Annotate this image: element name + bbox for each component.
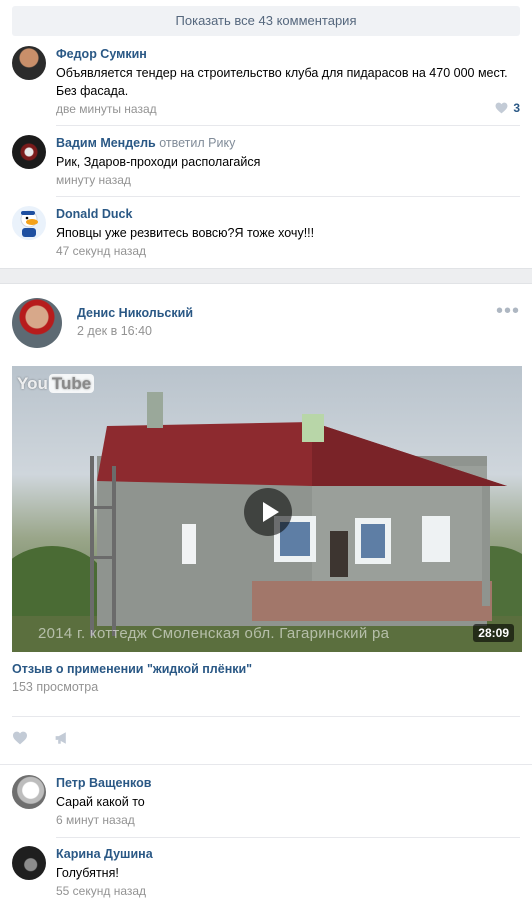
avatar[interactable] [12,846,46,880]
comment-time[interactable]: 6 минут назад [56,811,520,829]
comment-body: Федор Сумкин Объявляется тендер на строи… [56,46,520,118]
comment-time[interactable]: 47 секунд назад [56,242,520,260]
post-comments: Петр Ващенков Сарай какой то 6 минут наз… [0,764,532,898]
post-menu-button[interactable]: ••• [496,301,520,321]
comment-author[interactable]: Карина Душина [56,846,520,863]
reply-label: ответил [159,136,205,150]
comment: Donald Duck Яповцы уже резвитесь вовсю?Я… [12,206,520,261]
comment-time[interactable]: минуту назад [56,171,520,189]
divider [56,837,520,838]
comment: Вадим Мендель ответил Рику Рик, Здаров-п… [12,135,520,190]
comment-body: Donald Duck Яповцы уже резвитесь вовсю?Я… [56,206,520,260]
video-overlay-text: 2014 г. коттедж Смоленская обл. Гагаринс… [38,625,390,642]
comment-time[interactable]: 55 секунд назад [56,882,520,900]
post-date[interactable]: 2 дек в 16:40 [77,324,152,338]
video-views: 153 просмотра [12,680,99,694]
comment-text: Объявляется тендер на строительство клуб… [56,66,508,98]
post-author-avatar[interactable] [12,298,62,348]
heart-icon [13,731,27,745]
comment-author[interactable]: Donald Duck [56,206,520,223]
play-icon [263,502,279,522]
comment-author[interactable]: Петр Ващенков [56,775,520,792]
video-title[interactable]: Отзыв о применении "жидкой плёнки" [12,662,252,676]
play-button[interactable] [244,488,292,536]
comment: Карина Душина Голубятня! 55 секунд назад [12,846,520,902]
comment-text: Рик, Здаров-проходи располагайся [56,155,261,169]
post-author[interactable]: Денис Никольский [77,306,193,320]
megaphone-icon [55,732,66,744]
comment-body: Карина Душина Голубятня! 55 секунд назад [56,846,520,900]
comment-author[interactable]: Федор Сумкин [56,46,520,63]
comment-time[interactable]: две минуты назад [56,100,520,118]
avatar[interactable] [12,775,46,809]
comment-author-line: Вадим Мендель ответил Рику [56,135,520,152]
duck-icon [20,210,38,237]
like-button[interactable]: 3 [495,101,520,115]
post-actions [12,716,520,763]
youtube-logo-tube: Tube [48,374,95,393]
like-button[interactable] [12,731,28,748]
post-card: Денис Никольский 2 дек в 16:40 ••• You T… [0,283,532,924]
comment-text: Яповцы уже резвитесь вовсю?Я тоже хочу!!… [56,226,315,240]
reply-target[interactable]: Рику [208,136,235,150]
heart-icon [495,102,508,114]
avatar[interactable] [12,46,46,80]
youtube-logo: You Tube [17,374,95,394]
comment: Петр Ващенков Сарай какой то 6 минут наз… [12,775,520,831]
youtube-logo-you: You [17,374,48,393]
comment-body: Вадим Мендель ответил Рику Рик, Здаров-п… [56,135,520,189]
comment-body: Петр Ващенков Сарай какой то 6 минут наз… [56,775,520,829]
avatar[interactable] [12,135,46,169]
comment: Федор Сумкин Объявляется тендер на строи… [12,46,520,116]
share-button[interactable] [54,731,70,748]
divider [56,125,520,126]
divider [56,196,520,197]
comment-author[interactable]: Вадим Мендель [56,136,156,150]
comment-text: Сарай какой то [56,795,145,809]
video-duration: 28:09 [473,624,514,642]
comments-card: Показать все 43 комментария Федор Сумкин… [0,0,532,269]
comment-text: Голубятня! [56,866,119,880]
video-player[interactable]: You Tube 2014 г. коттедж Смоленская обл. … [12,366,522,652]
like-count: 3 [513,101,520,115]
show-all-comments-button[interactable]: Показать все 43 комментария [12,6,520,36]
avatar[interactable] [12,206,46,240]
